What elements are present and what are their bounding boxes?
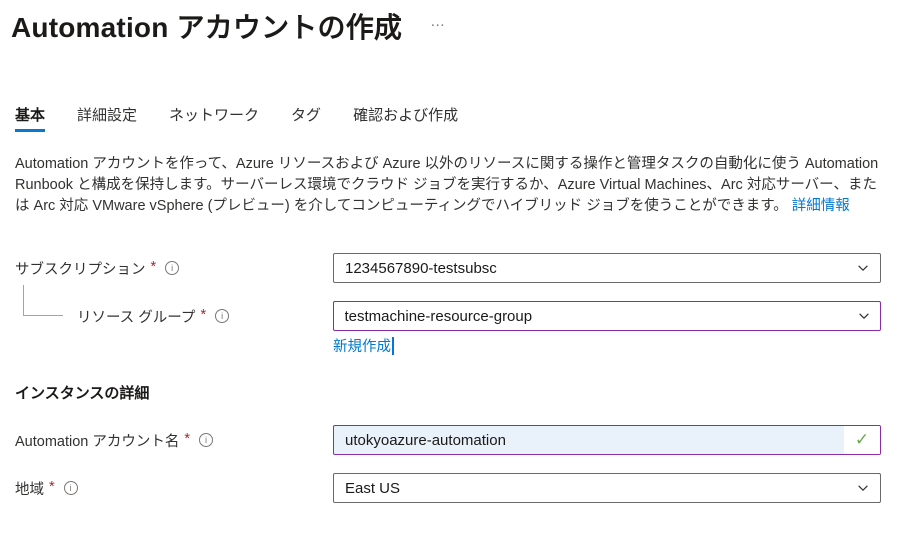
account-name-label: Automation アカウント名 — [15, 430, 179, 451]
region-dropdown[interactable]: East US — [333, 473, 881, 503]
resource-group-value: testmachine-resource-group — [345, 308, 849, 325]
info-glyph: i — [171, 263, 173, 273]
region-value: East US — [345, 480, 848, 497]
description-text: Automation アカウントを作って、Azure リソースおよび Azure… — [15, 156, 878, 214]
create-automation-account-page: Automation アカウントの作成 … 基本 詳細設定 ネットワーク タグ … — [0, 0, 899, 536]
description-paragraph: Automation アカウントを作って、Azure リソースおよび Azure… — [15, 154, 889, 217]
tab-label: 詳細設定 — [77, 107, 137, 124]
tab-label: 基本 — [15, 107, 45, 124]
region-row: 地域 * i East US — [15, 473, 889, 503]
tab-networking[interactable]: ネットワーク — [169, 104, 259, 132]
page-title: Automation アカウントの作成 — [11, 6, 402, 46]
account-name-row: Automation アカウント名 * i ✓ — [15, 425, 889, 455]
page-header: Automation アカウントの作成 … — [15, 6, 889, 46]
subscription-value: 1234567890-testsubsc — [345, 260, 848, 277]
info-glyph: i — [221, 311, 223, 321]
resource-group-dropdown[interactable]: testmachine-resource-group — [333, 301, 881, 331]
region-label-group: 地域 * i — [15, 478, 333, 499]
info-icon[interactable]: i — [215, 309, 229, 323]
tab-advanced[interactable]: 詳細設定 — [77, 104, 137, 132]
tree-connector — [23, 285, 63, 316]
valid-check-icon: ✓ — [855, 430, 869, 450]
info-icon[interactable]: i — [199, 433, 213, 447]
create-new-link[interactable]: 新規作成 — [333, 335, 391, 356]
text-caret — [392, 337, 394, 355]
tab-review-create[interactable]: 確認および作成 — [353, 104, 458, 132]
required-asterisk: * — [184, 431, 190, 447]
validation-suffix: ✓ — [844, 426, 880, 454]
tab-tags[interactable]: タグ — [291, 104, 321, 132]
subscription-label-group: サブスクリプション * i — [15, 258, 333, 279]
required-asterisk: * — [200, 307, 206, 323]
tab-basics[interactable]: 基本 — [15, 104, 45, 132]
tab-label: タグ — [291, 107, 321, 124]
resource-group-label: リソース グループ — [77, 306, 195, 327]
account-name-label-group: Automation アカウント名 * i — [15, 430, 333, 451]
tab-label: ネットワーク — [169, 107, 259, 124]
basics-form: サブスクリプション * i 1234567890-testsubsc リソース … — [15, 253, 889, 503]
chevron-down-icon — [856, 481, 870, 495]
account-name-field: ✓ — [333, 425, 881, 455]
info-icon[interactable]: i — [64, 481, 78, 495]
required-asterisk: * — [151, 259, 157, 275]
tab-label: 確認および作成 — [353, 107, 458, 124]
subscription-row: サブスクリプション * i 1234567890-testsubsc — [15, 253, 889, 283]
instance-details-heading: インスタンスの詳細 — [15, 382, 889, 403]
subscription-label: サブスクリプション — [15, 258, 146, 279]
create-new-row: 新規作成 — [333, 335, 889, 356]
tab-bar: 基本 詳細設定 ネットワーク タグ 確認および作成 — [15, 104, 889, 132]
learn-more-link[interactable]: 詳細情報 — [792, 198, 850, 214]
more-options-button[interactable]: … — [430, 14, 446, 29]
required-asterisk: * — [49, 479, 55, 495]
info-icon[interactable]: i — [165, 261, 179, 275]
info-glyph: i — [205, 435, 207, 445]
account-name-input[interactable] — [334, 426, 844, 454]
resource-group-row: リソース グループ * i testmachine-resource-group — [15, 301, 889, 331]
subscription-dropdown[interactable]: 1234567890-testsubsc — [333, 253, 881, 283]
chevron-down-icon — [856, 261, 870, 275]
region-label: 地域 — [15, 478, 44, 499]
chevron-down-icon — [857, 309, 871, 323]
info-glyph: i — [70, 483, 72, 493]
